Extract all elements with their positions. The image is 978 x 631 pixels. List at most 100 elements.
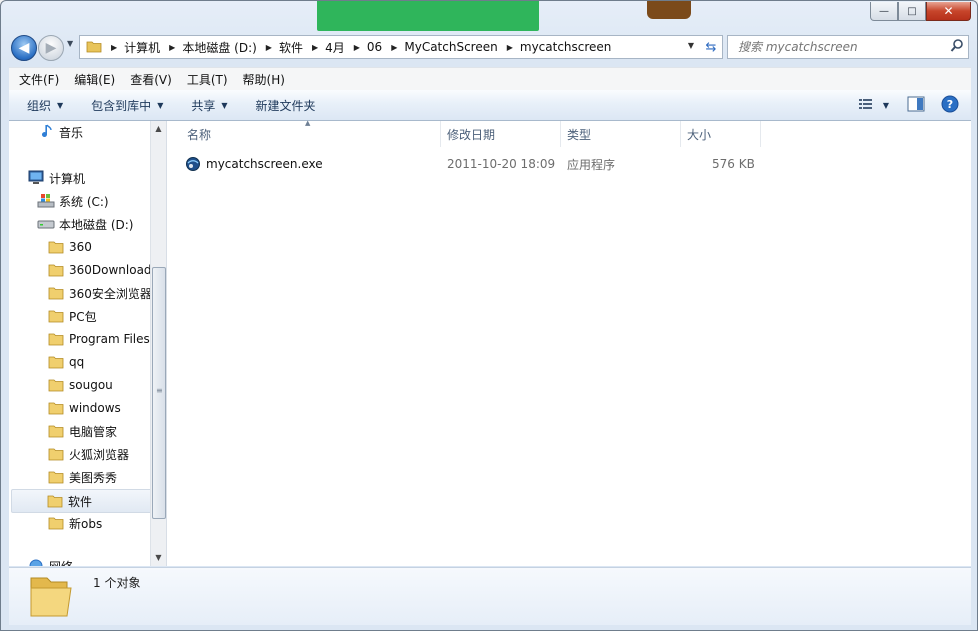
share-label: 共享 (191, 98, 216, 113)
breadcrumb-item[interactable]: 06 (367, 40, 382, 54)
maximize-button[interactable]: □ (898, 2, 926, 21)
tree-item-folder[interactable]: 美图秀秀 (47, 466, 117, 488)
navigation-bar: ◀ ▶ ▼ ▶ 计算机 ▶ 本地磁盘 (D:) ▶ 软件 ▶ 4月 ▶ 06 ▶ MyCat… (9, 33, 971, 61)
menu-bar: 文件(F) 编辑(E) 查看(V) 工具(T) 帮助(H) (9, 67, 971, 90)
file-row[interactable]: mycatchscreen.exe 2011-10-20 18:09 应用程序 … (167, 153, 767, 175)
menu-tools[interactable]: 工具(T) (177, 71, 233, 88)
scroll-up-arrow-icon[interactable]: ▲ (151, 121, 166, 137)
menu-edit[interactable]: 编辑(E) (64, 71, 120, 88)
tree-item-network[interactable]: 网络 (27, 555, 73, 566)
tree-item-folder[interactable]: 360 (47, 236, 92, 258)
folder-icon (47, 401, 65, 415)
folder-icon (47, 332, 65, 346)
breadcrumb-item[interactable]: 软件 (279, 39, 303, 56)
tree-item-computer[interactable]: 计算机 (27, 167, 85, 189)
navigation-scrollbar[interactable]: ▲ ≡ ▼ (150, 121, 166, 566)
breadcrumb-item[interactable]: 本地磁盘 (D:) (182, 39, 256, 56)
address-dropdown-icon[interactable]: ▼ (688, 41, 694, 50)
view-controls: ▼ ? (858, 90, 971, 120)
breadcrumb-item-current[interactable]: mycatchscreen (520, 40, 612, 54)
search-input[interactable] (736, 39, 940, 55)
chevron-right-icon[interactable]: ▶ (111, 43, 117, 52)
search-icon[interactable] (950, 38, 964, 57)
breadcrumb-item[interactable]: MyCatchScreen (404, 40, 497, 54)
address-bar[interactable]: ▶ 计算机 ▶ 本地磁盘 (D:) ▶ 软件 ▶ 4月 ▶ 06 ▶ MyCatchScre… (79, 35, 701, 59)
svg-text:?: ? (947, 98, 953, 111)
forward-arrow-icon: ▶ (45, 40, 57, 56)
folder-icon (47, 378, 65, 392)
folder-icon (47, 263, 65, 277)
column-header-size[interactable]: 大小 (681, 121, 761, 147)
include-library-button[interactable]: 包含到库中 ▼ (91, 97, 163, 114)
chevron-down-icon: ▼ (57, 100, 64, 110)
tree-item-folder[interactable]: 360Downloads (47, 259, 158, 281)
music-icon (37, 124, 55, 140)
chevron-right-icon[interactable]: ▶ (169, 43, 175, 52)
preview-pane-icon[interactable] (907, 96, 925, 115)
details-pane: 1 个对象 (9, 567, 971, 625)
column-header-name[interactable]: 名称 ▲ (167, 119, 441, 147)
tree-item-music[interactable]: 音乐 (37, 121, 83, 143)
tree-item-folder[interactable]: qq (47, 351, 84, 373)
back-arrow-icon: ◀ (18, 40, 30, 56)
forward-button[interactable]: ▶ (38, 35, 64, 61)
close-button[interactable]: ✕ (926, 2, 971, 21)
minimize-button[interactable]: — (870, 2, 898, 21)
sort-ascending-icon: ▲ (305, 119, 311, 127)
tree-item-folder[interactable]: PC包 (47, 305, 97, 327)
tree-item-folder[interactable]: Program Files (47, 328, 150, 350)
help-icon[interactable]: ? (941, 95, 959, 116)
chevron-right-icon[interactable]: ▶ (266, 43, 272, 52)
menu-file[interactable]: 文件(F) (9, 71, 64, 88)
file-list: 名称 ▲ 修改日期 类型 大小 mycatchscreen.exe 2011-1… (167, 119, 971, 566)
chevron-right-icon[interactable]: ▶ (391, 43, 397, 52)
tree-item-folder-selected[interactable]: 软件 (11, 489, 166, 513)
chevron-right-icon[interactable]: ▶ (507, 43, 513, 52)
breadcrumb-item[interactable]: 4月 (325, 39, 345, 56)
refresh-icon: ⇆ (705, 39, 717, 55)
folder-icon (47, 424, 65, 438)
tree-item-folder[interactable]: 新obs (47, 512, 102, 534)
include-library-label: 包含到库中 (91, 98, 152, 113)
chevron-right-icon[interactable]: ▶ (312, 43, 318, 52)
scrollbar-thumb[interactable]: ≡ (152, 267, 166, 519)
share-button[interactable]: 共享 ▼ (191, 97, 227, 114)
recent-locations-dropdown[interactable]: ▼ (67, 39, 73, 48)
folder-icon (47, 240, 65, 254)
back-button[interactable]: ◀ (11, 35, 37, 61)
tree-item-folder[interactable]: sougou (47, 374, 113, 396)
view-options-icon[interactable] (858, 98, 875, 113)
chevron-down-icon: ▼ (221, 100, 228, 110)
column-header-modified[interactable]: 修改日期 (441, 121, 561, 147)
scroll-down-arrow-icon[interactable]: ▼ (151, 550, 166, 566)
window-controls: — □ ✕ (870, 2, 971, 21)
tree-item-drive-c[interactable]: 系统 (C:) (37, 190, 109, 212)
file-name-cell[interactable]: mycatchscreen.exe (185, 153, 323, 175)
drive-icon (37, 218, 55, 230)
refresh-button[interactable]: ⇆ (700, 35, 723, 59)
view-dropdown-icon[interactable]: ▼ (883, 101, 889, 110)
menu-help[interactable]: 帮助(H) (233, 71, 290, 88)
tree-item-drive-d[interactable]: 本地磁盘 (D:) (37, 213, 133, 235)
tree-item-folder[interactable]: windows (47, 397, 121, 419)
system-drive-icon (37, 193, 55, 209)
breadcrumb-item[interactable]: 计算机 (124, 39, 160, 56)
menu-view[interactable]: 查看(V) (120, 71, 177, 88)
organize-button[interactable]: 组织 ▼ (27, 97, 63, 114)
folder-icon (47, 516, 65, 530)
folder-icon (47, 286, 65, 300)
tree-item-folder[interactable]: 电脑管家 (47, 420, 117, 442)
column-header-type[interactable]: 类型 (561, 121, 681, 147)
folder-icon (86, 39, 102, 56)
tree-item-folder[interactable]: 火狐浏览器 (47, 443, 129, 465)
folder-icon (47, 309, 65, 323)
search-box[interactable] (727, 35, 969, 59)
chevron-down-icon: ▼ (157, 100, 164, 110)
new-folder-button[interactable]: 新建文件夹 (256, 97, 316, 114)
exe-icon (185, 156, 201, 172)
chevron-right-icon[interactable]: ▶ (354, 43, 360, 52)
folder-icon (47, 355, 65, 369)
folder-icon (47, 470, 65, 484)
explorer-window: — □ ✕ ◀ ▶ ▼ ▶ 计算机 ▶ 本地磁盘 (D:) ▶ 软件 ▶ 4月 ▶ 06 … (0, 0, 978, 631)
tree-item-folder[interactable]: 360安全浏览器 (47, 282, 152, 304)
